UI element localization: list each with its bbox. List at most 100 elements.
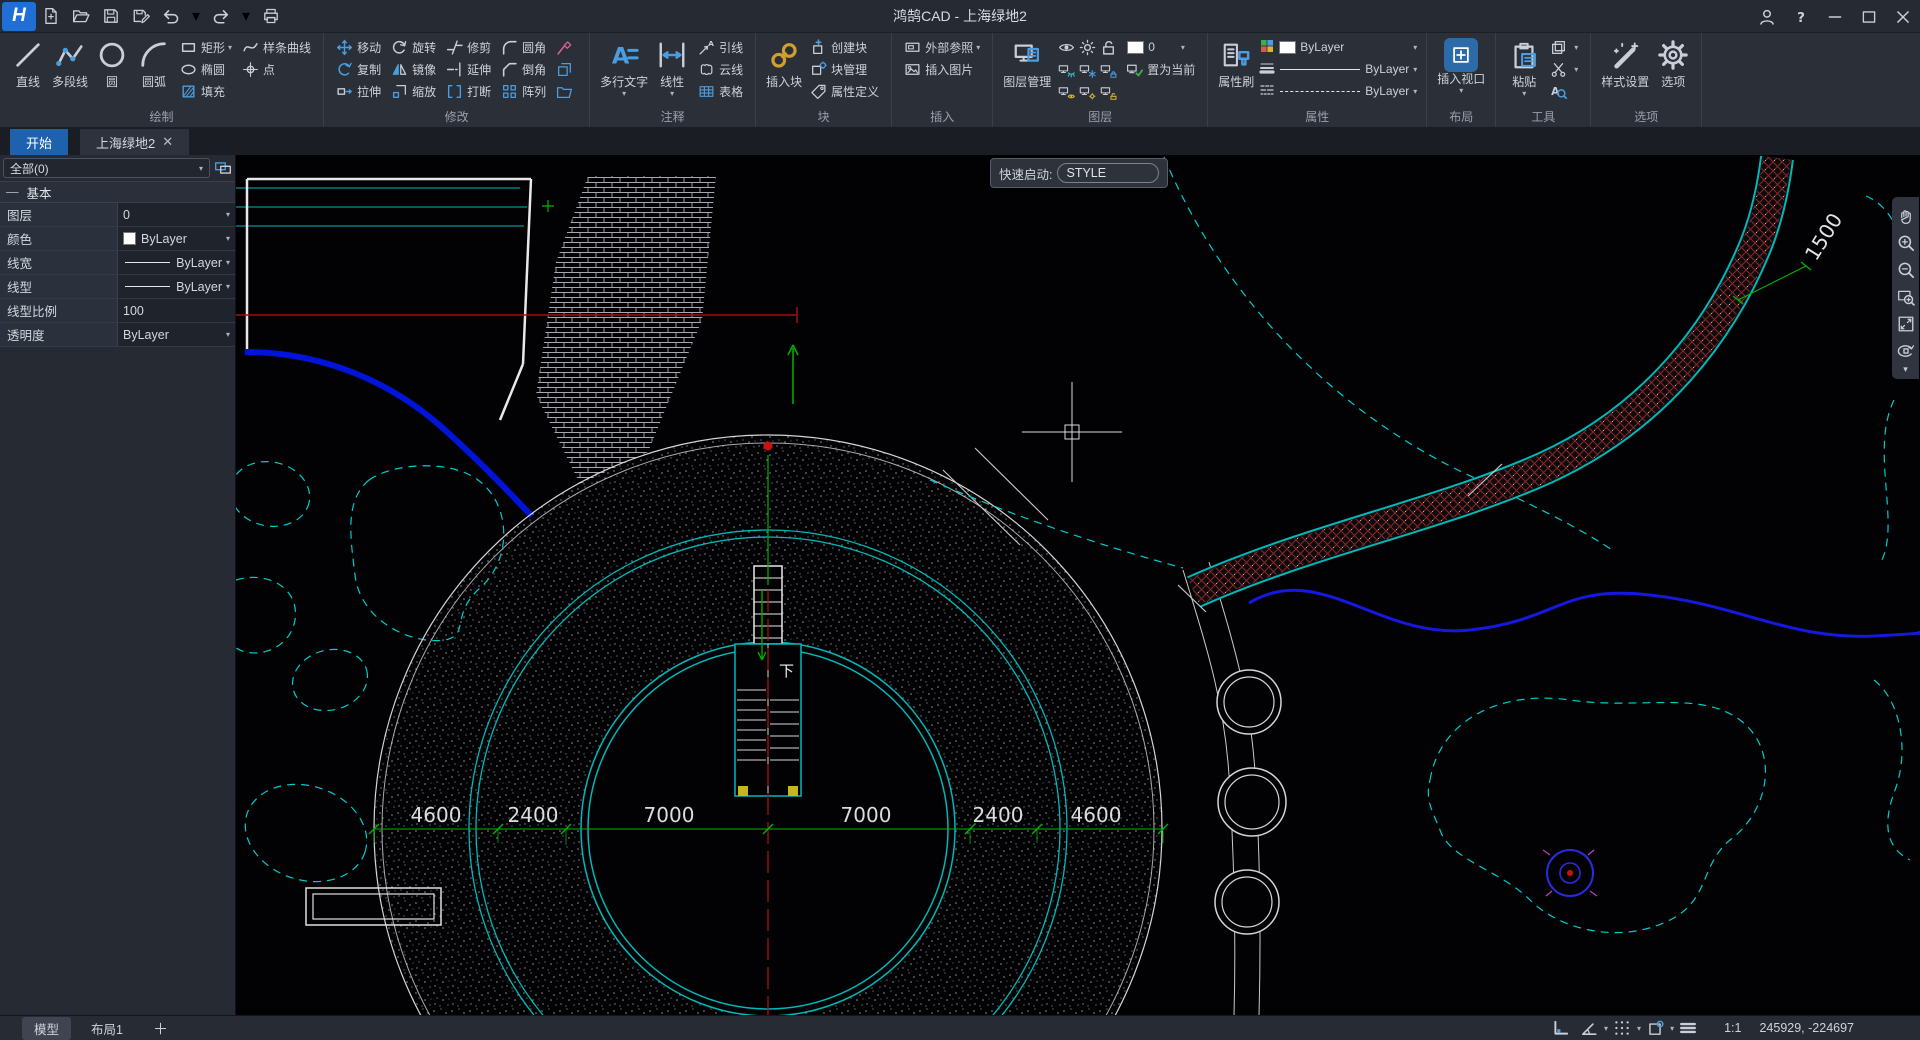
redo-button[interactable] bbox=[206, 2, 236, 30]
offset-button[interactable] bbox=[553, 58, 580, 80]
line-button[interactable]: 直线 bbox=[7, 35, 49, 99]
unlock-button[interactable] bbox=[1098, 39, 1119, 56]
block-manager-button[interactable]: 块管理 bbox=[807, 58, 882, 80]
scale-button[interactable]: 缩放 bbox=[388, 80, 439, 102]
layer-lock-button[interactable] bbox=[1098, 61, 1119, 78]
style-settings-button[interactable]: 样式设置 bbox=[1598, 35, 1652, 99]
layer-manager-button[interactable]: 图层管理 bbox=[1000, 35, 1054, 99]
polar-tracking-toggle[interactable] bbox=[1575, 1019, 1603, 1037]
create-block-button[interactable]: 创建块 bbox=[807, 36, 882, 58]
copy-button[interactable]: 复制 bbox=[333, 58, 384, 80]
extend-button[interactable]: 延伸 bbox=[443, 58, 494, 80]
trim-button[interactable]: 修剪 bbox=[443, 36, 494, 58]
external-reference-button[interactable]: 外部参照▾ bbox=[901, 36, 983, 58]
ellipse-button[interactable]: 椭圆 bbox=[177, 58, 235, 80]
undo-dropdown-icon[interactable]: ▾ bbox=[186, 2, 206, 30]
leader-button[interactable]: A引线 bbox=[695, 36, 746, 58]
break-button[interactable]: 打断 bbox=[443, 80, 494, 102]
layer-select-dropdown[interactable]: 0▾ bbox=[1123, 40, 1185, 54]
help-icon[interactable]: ? bbox=[1784, 3, 1818, 31]
array-button[interactable]: 阵列 bbox=[498, 80, 549, 102]
linetype-dropdown[interactable]: ByLayer▾ bbox=[1259, 80, 1417, 102]
maximize-icon[interactable] bbox=[1852, 3, 1886, 31]
polyline-button[interactable]: 多段线 bbox=[49, 35, 91, 99]
erase-button[interactable] bbox=[553, 36, 580, 58]
object-color-dropdown[interactable]: ByLayer▾ bbox=[1259, 36, 1417, 58]
match-properties-button[interactable]: 属性刷 bbox=[1215, 35, 1257, 99]
cut-button[interactable]: ▾ bbox=[1547, 58, 1581, 80]
zoom-out-button[interactable] bbox=[1894, 256, 1917, 283]
save-as-button[interactable] bbox=[126, 2, 156, 30]
print-button[interactable] bbox=[256, 2, 286, 30]
insert-viewport-button[interactable]: 插入视口▾ bbox=[1434, 35, 1488, 96]
zoom-extents-button[interactable] bbox=[1894, 310, 1917, 337]
chevron-down-icon[interactable]: ▾ bbox=[1903, 364, 1908, 376]
undo-button[interactable] bbox=[156, 2, 186, 30]
chamfer-button[interactable]: 倒角 bbox=[498, 58, 549, 80]
insert-block-button[interactable]: 插入块 bbox=[763, 35, 805, 99]
open-file-button[interactable] bbox=[66, 2, 96, 30]
paste-button[interactable]: 粘贴▾ bbox=[1503, 35, 1545, 99]
layer-unlock-button[interactable] bbox=[1098, 83, 1119, 100]
mirror-button[interactable]: 镜像 bbox=[388, 58, 439, 80]
revision-cloud-button[interactable]: 云线 bbox=[695, 58, 746, 80]
ortho-toggle[interactable] bbox=[1547, 1019, 1575, 1037]
fillet-button[interactable]: 圆角 bbox=[498, 36, 549, 58]
tab-start[interactable]: 开始 bbox=[10, 129, 68, 155]
property-value-linetype[interactable]: ByLayer▾ bbox=[118, 275, 235, 298]
circle-button[interactable]: 圆 bbox=[91, 35, 133, 99]
set-current-layer-button[interactable]: 置为当前 bbox=[1123, 58, 1198, 80]
new-file-button[interactable] bbox=[36, 2, 66, 30]
zoom-window-button[interactable] bbox=[1894, 283, 1917, 310]
save-button[interactable] bbox=[96, 2, 126, 30]
viewport-scale[interactable]: 1:1 bbox=[1724, 1021, 1741, 1035]
layer-filter-icon[interactable] bbox=[214, 159, 232, 177]
property-value-layer[interactable]: 0▾ bbox=[118, 203, 235, 226]
point-button[interactable]: 点 bbox=[239, 58, 314, 80]
object-snap-toggle[interactable] bbox=[1641, 1019, 1669, 1037]
move-button[interactable]: 移动 bbox=[333, 36, 384, 58]
tab-layout1[interactable]: 布局1 bbox=[79, 1017, 135, 1040]
property-value-color[interactable]: ByLayer▾ bbox=[118, 227, 235, 250]
arc-button[interactable]: 圆弧 bbox=[133, 35, 175, 99]
layer-thaw-button[interactable] bbox=[1077, 83, 1098, 100]
attribute-define-button[interactable]: 属性定义 bbox=[807, 80, 882, 102]
lineweight-display-toggle[interactable] bbox=[1674, 1019, 1702, 1037]
zoom-in-button[interactable] bbox=[1894, 229, 1917, 256]
rotate-button[interactable]: 旋转 bbox=[388, 36, 439, 58]
tab-document[interactable]: 上海绿地2✕ bbox=[80, 129, 189, 155]
minimize-icon[interactable] bbox=[1818, 3, 1852, 31]
sun-button[interactable] bbox=[1077, 39, 1098, 56]
quick-launch-input[interactable] bbox=[1057, 163, 1159, 183]
tab-model[interactable]: 模型 bbox=[22, 1017, 71, 1040]
drawing-canvas[interactable]: 下 4600 2400 7000 bbox=[236, 155, 1920, 1015]
section-header-basic[interactable]: — 基本 bbox=[0, 181, 235, 203]
close-icon[interactable] bbox=[1886, 3, 1920, 31]
property-value-linetype-scale[interactable]: 100 bbox=[118, 299, 235, 322]
eye-button[interactable] bbox=[1056, 39, 1077, 56]
mtext-button[interactable]: A多行文字▾ bbox=[597, 35, 651, 99]
options-button[interactable]: 选项 bbox=[1652, 35, 1694, 99]
redo-dropdown-icon[interactable]: ▾ bbox=[236, 2, 256, 30]
stretch-button[interactable]: 拉伸 bbox=[333, 80, 384, 102]
selection-filter-dropdown[interactable]: 全部(0)▾ bbox=[3, 158, 210, 178]
close-tab-icon[interactable]: ✕ bbox=[162, 134, 173, 150]
find-replace-button[interactable]: A bbox=[1547, 80, 1581, 102]
layer-freeze-button[interactable] bbox=[1077, 61, 1098, 78]
linear-dimension-button[interactable]: 线性▾ bbox=[651, 35, 693, 99]
insert-image-button[interactable]: 插入图片 bbox=[901, 58, 983, 80]
property-value-lineweight[interactable]: ByLayer▾ bbox=[118, 251, 235, 274]
spline-button[interactable]: 样条曲线 bbox=[239, 36, 314, 58]
pan-button[interactable] bbox=[1894, 202, 1917, 229]
hatch-button[interactable]: 填充 bbox=[177, 80, 235, 102]
table-button[interactable]: 表格 bbox=[695, 80, 746, 102]
snap-grid-toggle[interactable] bbox=[1608, 1019, 1636, 1037]
user-icon[interactable] bbox=[1750, 3, 1784, 31]
property-value-transparency[interactable]: ByLayer▾ bbox=[118, 323, 235, 346]
copy-clip-button[interactable]: ▾ bbox=[1547, 36, 1581, 58]
add-layout-button[interactable]: ＋ bbox=[143, 1018, 178, 1039]
orbit-button[interactable] bbox=[1894, 337, 1917, 364]
layer-on-button[interactable] bbox=[1056, 83, 1077, 100]
layer-off-button[interactable] bbox=[1056, 61, 1077, 78]
lineweight-dropdown[interactable]: ByLayer▾ bbox=[1259, 58, 1417, 80]
